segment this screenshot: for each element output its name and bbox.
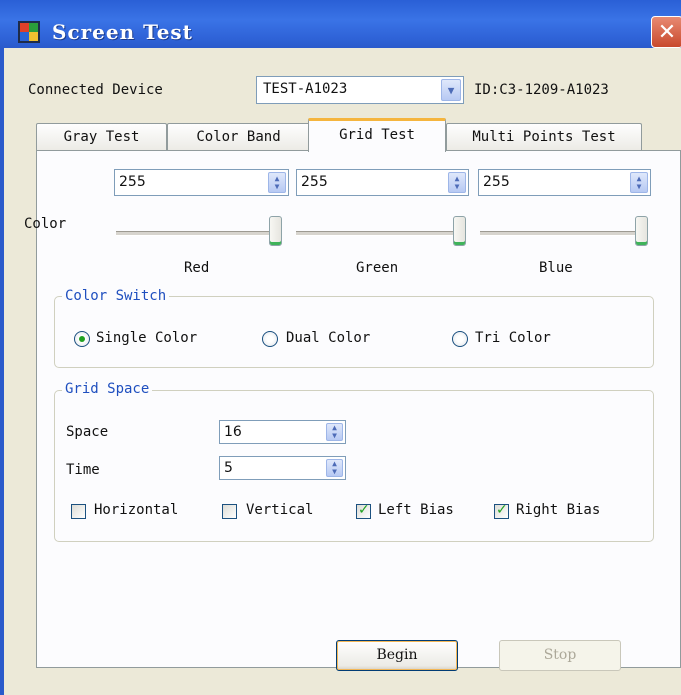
tab-multi-points-test-label: Multi Points Test [472, 129, 616, 145]
red-value: 255 [119, 174, 146, 190]
space-spinner[interactable]: 16 ▲ ▼ [219, 420, 346, 444]
dual-color-radio[interactable] [262, 331, 278, 347]
begin-button-label: Begin [376, 647, 418, 663]
tri-color-label[interactable]: Tri Color [475, 330, 551, 346]
spin-arrows-icon[interactable]: ▲ ▼ [268, 172, 286, 193]
device-select[interactable]: TEST-A1023 ▼ [256, 76, 464, 104]
spin-arrows-icon[interactable]: ▲ ▼ [326, 423, 343, 441]
device-select-value: TEST-A1023 [263, 81, 348, 97]
green-spinner[interactable]: 255 ▲ ▼ [296, 169, 469, 196]
color-label: Color [24, 216, 67, 232]
green-slider-track[interactable] [296, 231, 461, 236]
left-bias-checkbox[interactable] [356, 502, 371, 519]
stop-button[interactable]: Stop [499, 640, 621, 671]
tab-color-band[interactable]: Color Band [167, 123, 310, 150]
green-label: Green [356, 260, 399, 276]
tab-grid-test[interactable]: Grid Test [308, 118, 446, 152]
tab-grid-test-label: Grid Test [339, 127, 415, 143]
time-label: Time [66, 462, 100, 478]
spin-arrows-icon[interactable]: ▲ ▼ [630, 172, 648, 193]
red-slider-thumb[interactable] [269, 216, 282, 246]
spin-arrows-icon[interactable]: ▲ ▼ [448, 172, 466, 193]
screen-test-app-icon [18, 21, 40, 43]
tri-color-radio[interactable] [452, 331, 468, 347]
horizontal-label[interactable]: Horizontal [94, 502, 178, 518]
tab-color-band-label: Color Band [196, 129, 281, 145]
dialog-client-area: Connected Device TEST-A1023 ▼ ID:C3-1209… [4, 48, 681, 695]
time-value: 5 [224, 460, 233, 476]
blue-value: 255 [483, 174, 510, 190]
right-bias-label[interactable]: Right Bias [516, 502, 600, 518]
screen-test-window: Screen Test ✕ Connected Device TEST-A102… [0, 0, 681, 695]
space-label: Space [66, 424, 109, 440]
vertical-label[interactable]: Vertical [246, 502, 313, 518]
close-icon: ✕ [657, 19, 677, 45]
green-slider-thumb[interactable] [453, 216, 466, 246]
left-bias-label[interactable]: Left Bias [378, 502, 454, 518]
red-slider-track[interactable] [116, 231, 281, 236]
title-bar[interactable]: Screen Test ✕ [0, 0, 681, 48]
vertical-checkbox[interactable] [222, 504, 237, 519]
stop-button-label: Stop [543, 647, 577, 663]
blue-slider-thumb[interactable] [635, 216, 648, 246]
device-id-label: ID:C3-1209-A1023 [474, 82, 609, 98]
color-switch-title: Color Switch [62, 288, 170, 304]
grid-space-group [54, 390, 654, 542]
time-spinner[interactable]: 5 ▲ ▼ [219, 456, 346, 480]
window-title: Screen Test [52, 20, 193, 44]
red-spinner[interactable]: 255 ▲ ▼ [114, 169, 289, 196]
green-value: 255 [301, 174, 328, 190]
close-button[interactable]: ✕ [651, 16, 681, 48]
tab-gray-test-label: Gray Test [63, 129, 140, 145]
horizontal-checkbox[interactable] [71, 504, 86, 519]
right-bias-checkbox[interactable] [494, 502, 509, 519]
dual-color-label[interactable]: Dual Color [286, 330, 370, 346]
blue-spinner[interactable]: 255 ▲ ▼ [478, 169, 651, 196]
blue-label: Blue [539, 260, 573, 276]
red-label: Red [184, 260, 210, 276]
single-color-label[interactable]: Single Color [96, 330, 197, 346]
blue-slider-track[interactable] [480, 231, 645, 236]
tab-gray-test[interactable]: Gray Test [36, 123, 167, 150]
connected-device-label: Connected Device [28, 82, 163, 98]
chevron-down-icon[interactable]: ▼ [441, 79, 461, 101]
begin-button[interactable]: Begin [336, 640, 458, 671]
grid-space-title: Grid Space [62, 381, 153, 397]
tab-multi-points-test[interactable]: Multi Points Test [446, 123, 642, 150]
spin-arrows-icon[interactable]: ▲ ▼ [326, 459, 343, 477]
single-color-radio[interactable] [74, 331, 90, 347]
space-value: 16 [224, 424, 242, 440]
